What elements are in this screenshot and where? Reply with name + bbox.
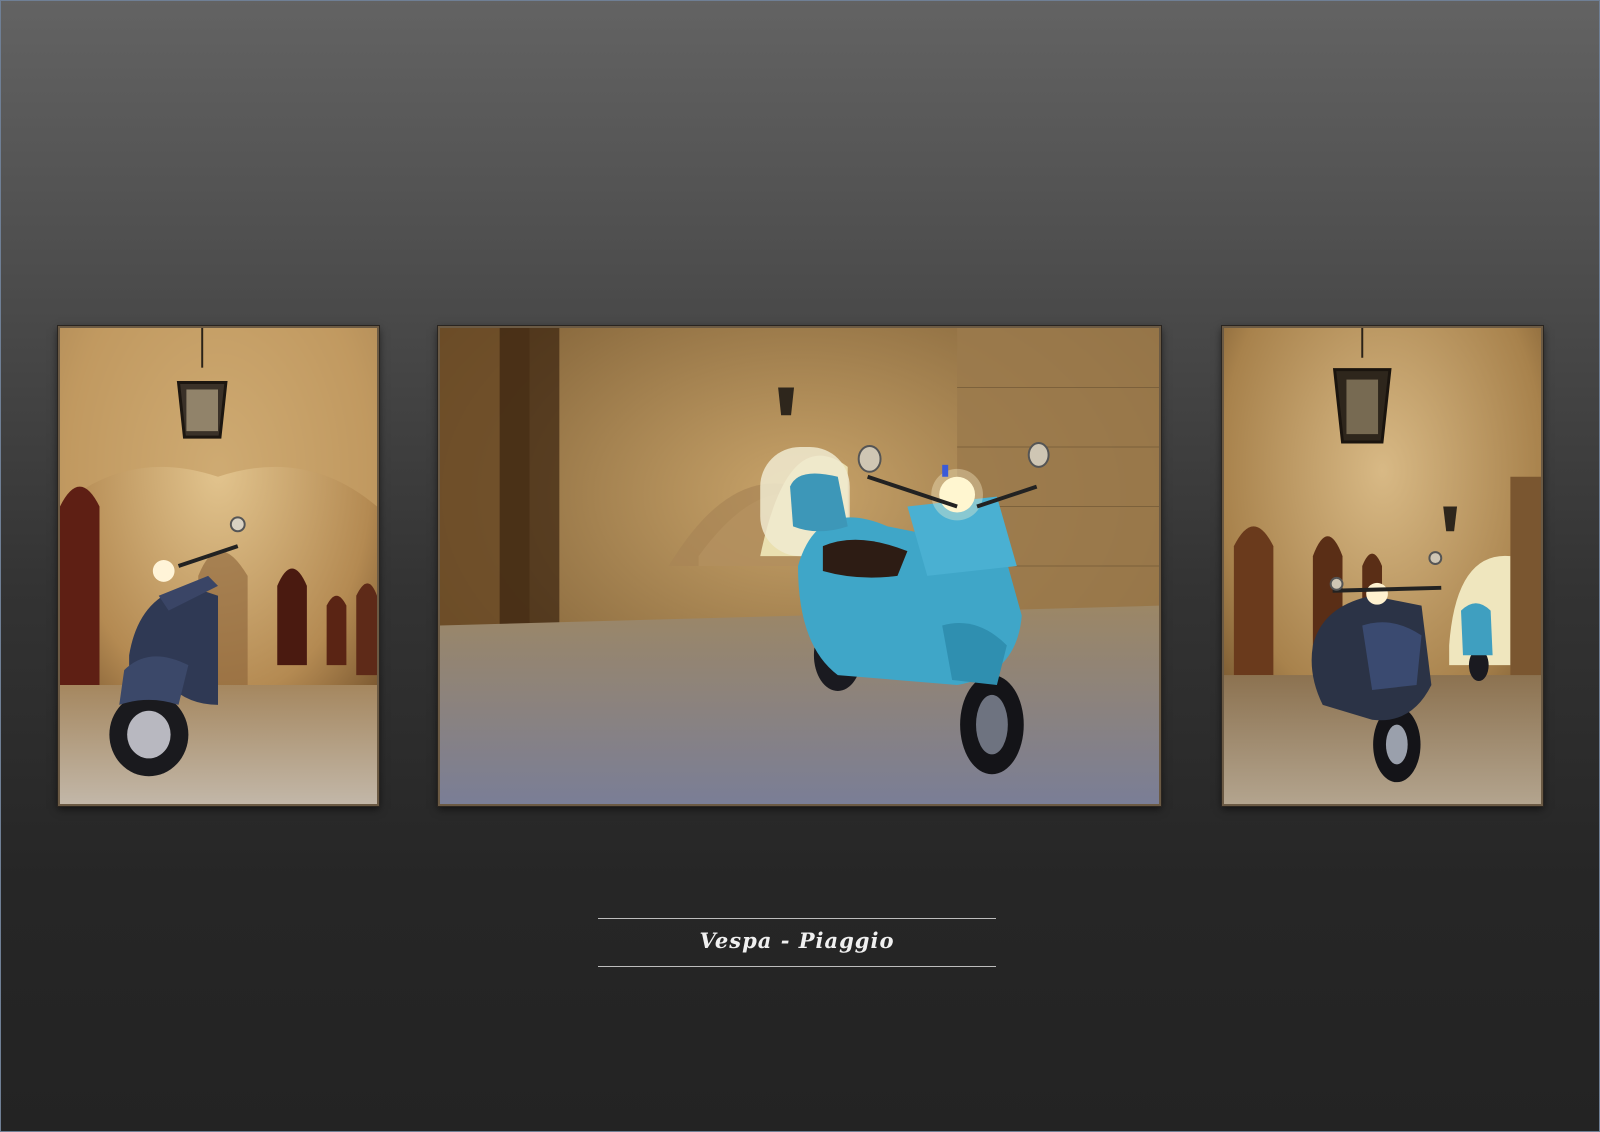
caption-block: Vespa - Piaggio bbox=[598, 914, 996, 970]
photo-center bbox=[438, 326, 1161, 806]
caption-rule-top bbox=[598, 918, 996, 919]
photo-left bbox=[58, 326, 379, 806]
photo-center-image bbox=[440, 328, 1159, 804]
photo-right-image bbox=[1224, 328, 1541, 804]
photo-right bbox=[1222, 326, 1543, 806]
caption-rule-bottom bbox=[598, 966, 996, 967]
caption-title: Vespa - Piaggio bbox=[699, 928, 895, 953]
photo-left-image bbox=[60, 328, 377, 804]
